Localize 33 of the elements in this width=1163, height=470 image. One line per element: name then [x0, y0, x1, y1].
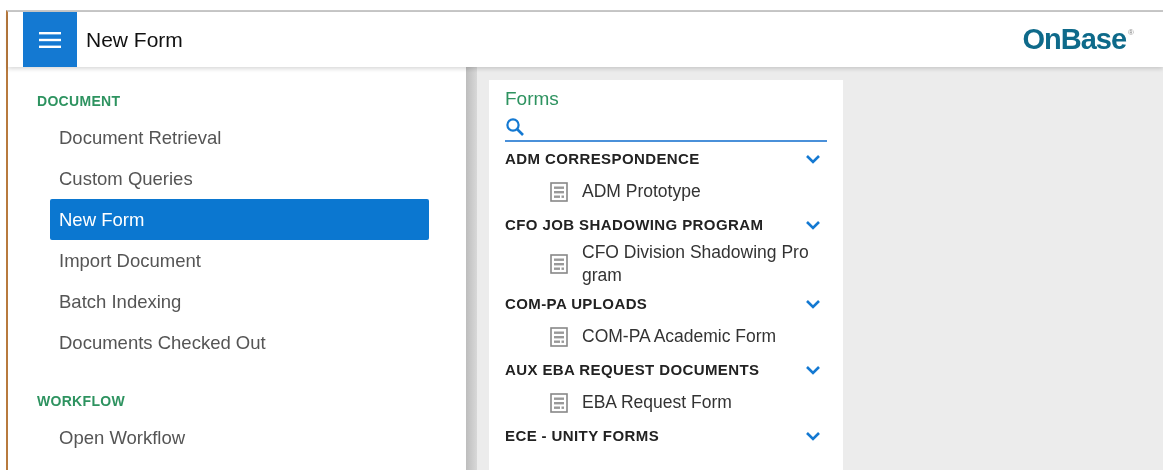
form-item[interactable]: EBA Request Form — [550, 386, 843, 419]
form-icon — [550, 181, 568, 202]
form-icon — [550, 326, 568, 347]
chevron-down-icon — [805, 298, 821, 309]
form-icon — [550, 392, 568, 413]
chevron-down-icon — [805, 430, 821, 441]
group-header[interactable]: AUX EBA REQUEST DOCUMENTS — [505, 353, 825, 386]
form-icon — [550, 254, 568, 274]
panel-title: Forms — [505, 88, 560, 110]
nav-item[interactable]: New Form — [50, 199, 429, 240]
nav-item[interactable]: Documents Checked Out — [50, 322, 429, 363]
nav-item[interactable]: Import Document — [50, 240, 429, 281]
group-header[interactable]: ADM CORRESPONDENCE — [505, 142, 825, 175]
nav-item[interactable]: Custom Queries — [50, 158, 429, 199]
group-header[interactable]: ECE - UNITY FORMS — [505, 419, 825, 452]
nav-item[interactable]: Document Retrieval — [50, 117, 429, 158]
search-icon — [505, 117, 525, 137]
chevron-down-icon — [805, 219, 821, 230]
menu-icon — [39, 31, 61, 48]
page-title: New Form — [86, 27, 183, 52]
group-header[interactable]: CFO JOB SHADOWING PROGRAM — [505, 208, 825, 241]
form-item[interactable]: CFO Division Shadowing Program — [550, 241, 843, 287]
form-item[interactable]: ADM Prototype — [550, 175, 843, 208]
section-heading: WORKFLOW — [37, 393, 126, 409]
group-header[interactable]: COM-PA UPLOADS — [505, 287, 825, 320]
chevron-down-icon — [805, 364, 821, 375]
form-item[interactable]: COM-PA Academic Form — [550, 320, 843, 353]
chevron-down-icon — [805, 153, 821, 164]
nav-item[interactable]: Batch Indexing — [50, 281, 429, 322]
menu-button[interactable] — [23, 12, 77, 67]
section-heading: DOCUMENT — [37, 93, 122, 109]
logo: OnBase$^{®}$ — [1022, 23, 1133, 56]
nav-item[interactable]: Open Workflow — [50, 417, 429, 458]
